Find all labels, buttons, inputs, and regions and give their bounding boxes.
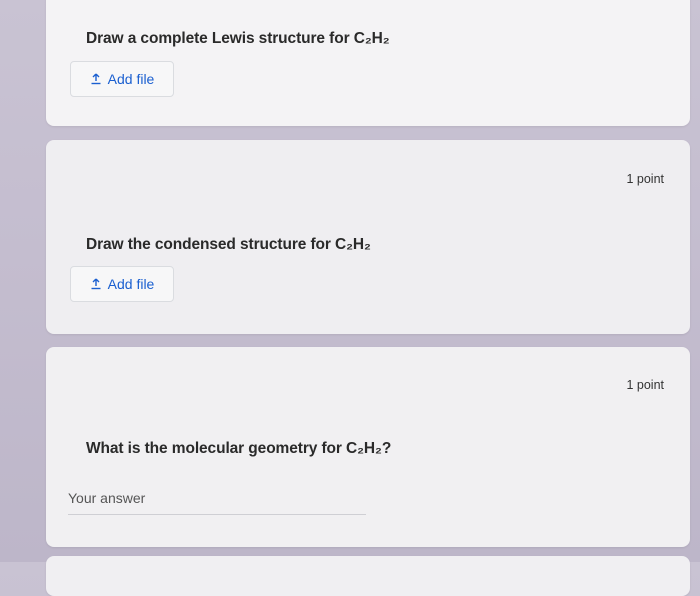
add-file-button[interactable]: Add file (70, 61, 174, 97)
points-label: 1 point (626, 172, 664, 186)
answer-input[interactable] (68, 490, 366, 506)
question-card-condensed-structure: 1 point Draw the condensed structure for… (46, 140, 690, 334)
points-label: 1 point (626, 378, 664, 392)
next-question-card (46, 556, 690, 596)
add-file-button[interactable]: Add file (70, 266, 174, 302)
add-file-label: Add file (107, 276, 155, 292)
question-card-lewis-structure: Draw a complete Lewis structure for C₂H₂… (46, 0, 690, 126)
question-title: Draw the condensed structure for C₂H₂ (86, 236, 371, 253)
upload-icon (91, 73, 101, 85)
question-card-molecular-geometry: 1 point What is the molecular geometry f… (46, 347, 690, 547)
question-title: Draw a complete Lewis structure for C₂H₂ (86, 30, 390, 47)
add-file-label: Add file (107, 71, 155, 87)
answer-field[interactable] (68, 490, 366, 515)
question-title: What is the molecular geometry for C₂H₂? (86, 440, 392, 457)
upload-icon (91, 278, 101, 290)
